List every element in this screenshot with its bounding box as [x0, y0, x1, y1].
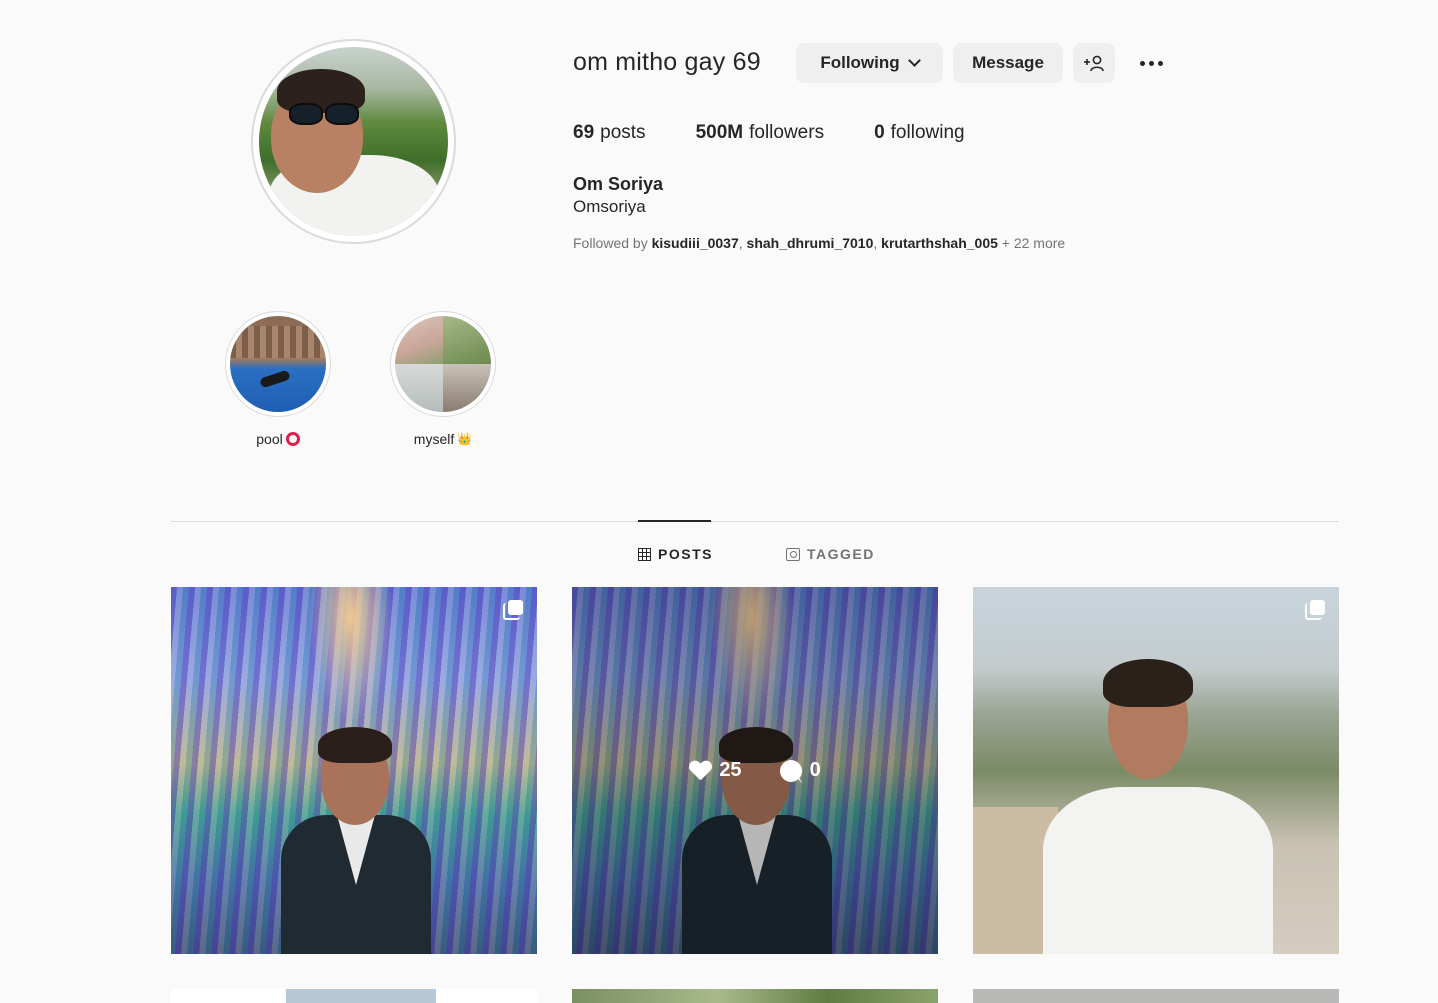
highlight-ring	[225, 311, 331, 417]
followers-count-value: 500M	[695, 122, 744, 143]
tab-tagged[interactable]: TAGGED	[786, 546, 875, 562]
posts-count-label: posts	[600, 122, 646, 143]
highlight-myself-label: myself	[413, 431, 455, 447]
post-thumbnail[interactable]	[572, 989, 938, 1003]
profile-username: om mitho gay 69	[573, 48, 761, 76]
following-button-label: Following	[820, 53, 900, 72]
comment-icon	[779, 759, 802, 782]
dot-icon	[1157, 60, 1163, 66]
tab-posts[interactable]: POSTS	[638, 546, 713, 562]
posts-count-value: 69	[573, 122, 595, 143]
active-tab-indicator	[638, 520, 711, 522]
post-hover-overlay: 25 0	[572, 587, 938, 954]
profile-stats: 69 posts 500M followers 0 following	[573, 122, 965, 144]
likes-count-value: 25	[719, 759, 742, 781]
avatar-image	[259, 47, 448, 236]
followers-link[interactable]: 500M followers	[696, 122, 825, 144]
highlight-label: myself 👑	[414, 431, 472, 447]
followed-by-account[interactable]: kisudiii_0037	[652, 235, 739, 251]
profile-avatar[interactable]	[251, 39, 456, 244]
carousel-icon	[503, 600, 523, 620]
posts-count: 69 posts	[573, 122, 646, 144]
tab-posts-label: POSTS	[658, 546, 713, 562]
highlight-pool[interactable]: pool	[223, 311, 333, 449]
highlight-myself-thumbnail	[395, 316, 491, 412]
message-button[interactable]: Message	[953, 43, 1063, 83]
profile-full-name: Om Soriya	[573, 174, 664, 194]
followers-count-label: followers	[749, 122, 825, 143]
comments-count: 0	[779, 759, 821, 782]
sunglasses-graphic	[289, 103, 359, 125]
profile-bio: Omsoriya	[573, 197, 646, 216]
likes-count: 25	[689, 759, 741, 782]
followed-by-more[interactable]: + 22 more	[1002, 235, 1065, 251]
post-thumbnail[interactable]	[973, 587, 1339, 954]
followed-by-account[interactable]: shah_dhrumi_7010	[747, 235, 874, 251]
message-button-label: Message	[972, 53, 1044, 72]
add-user-button[interactable]	[1073, 43, 1115, 83]
tab-tagged-label: TAGGED	[807, 546, 875, 562]
carousel-icon	[1305, 600, 1325, 620]
post-thumbnail[interactable]: 25 0	[572, 587, 938, 954]
dot-icon	[1148, 60, 1154, 66]
following-button[interactable]: Following	[796, 43, 943, 83]
following-link[interactable]: 0 following	[874, 122, 965, 144]
following-count-value: 0	[874, 122, 885, 143]
grid-icon	[638, 547, 651, 561]
tabs-divider	[171, 521, 1339, 522]
highlight-pool-thumbnail	[230, 316, 326, 412]
highlight-ring	[390, 311, 496, 417]
heart-icon	[689, 761, 711, 781]
followed-by-account[interactable]: krutarthshah_005	[881, 235, 998, 251]
red-ring-icon	[285, 432, 300, 446]
crown-icon: 👑	[457, 432, 473, 446]
dot-icon	[1139, 60, 1145, 66]
post-thumbnail[interactable]	[171, 587, 537, 954]
profile-page: om mitho gay 69 Following Message 69 pos…	[0, 0, 1438, 1003]
tagged-icon	[786, 547, 800, 561]
post-thumbnail[interactable]	[171, 989, 537, 1003]
chevron-down-icon	[907, 54, 921, 67]
comments-count-value: 0	[809, 759, 821, 781]
add-user-icon	[1084, 55, 1104, 72]
highlight-label: pool	[256, 431, 300, 447]
followed-by-prefix: Followed by	[573, 235, 648, 251]
followed-by-line[interactable]: Followed by kisudiii_0037, shah_dhrumi_7…	[573, 235, 1065, 251]
following-count-label: following	[890, 122, 965, 143]
post-thumbnail[interactable]	[973, 989, 1339, 1003]
highlight-myself[interactable]: myself 👑	[388, 311, 498, 449]
more-options-button[interactable]	[1131, 52, 1171, 74]
highlight-pool-label: pool	[256, 431, 283, 447]
